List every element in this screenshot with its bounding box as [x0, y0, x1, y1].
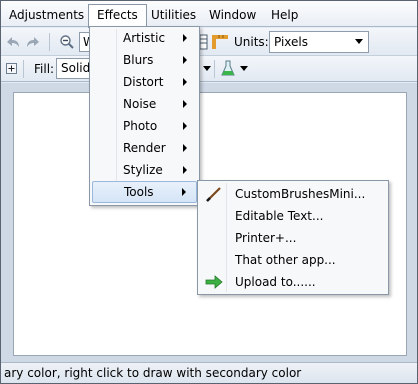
menu-item-stylize[interactable]: Stylize: [92, 159, 197, 181]
menu-effects[interactable]: Effects: [88, 4, 147, 28]
redo-icon[interactable]: [25, 35, 41, 49]
menu-item-label: Tools: [124, 185, 154, 199]
status-bar: ary color, right click to draw with seco…: [1, 362, 417, 383]
menu-item-label: Upload to......: [235, 275, 316, 289]
main-toolbar: W Units: Pixels: [1, 28, 417, 56]
menu-item-label: Stylize: [123, 163, 163, 177]
menu-item-label: Blurs: [123, 53, 154, 67]
menu-item-tools[interactable]: Tools: [92, 181, 197, 203]
menu-item-artistic[interactable]: Artistic: [92, 27, 197, 49]
menu-item-label: Printer+...: [235, 231, 297, 245]
menu-adjustments[interactable]: Adjustments: [9, 5, 84, 25]
menu-item-distort[interactable]: Distort: [92, 71, 197, 93]
menu-item-label: Artistic: [123, 31, 166, 45]
grid-icon[interactable]: [200, 34, 208, 50]
units-dropdown[interactable]: Pixels: [269, 31, 369, 53]
menu-item-printer-plus[interactable]: Printer+...: [200, 227, 386, 249]
menu-item-photo[interactable]: Photo: [92, 115, 197, 137]
chevron-down-icon: [355, 39, 363, 44]
submenu-arrow-icon: [183, 144, 187, 152]
units-value: Pixels: [274, 35, 309, 49]
undo-icon[interactable]: [5, 35, 21, 49]
menu-item-custombrushesmini[interactable]: CustomBrushesMini...: [200, 183, 386, 205]
units-label: Units:: [234, 35, 269, 49]
flask-icon[interactable]: [220, 60, 236, 78]
toolbar-separator: [214, 60, 215, 78]
green-arrow-icon: [205, 275, 223, 289]
submenu-arrow-icon: [183, 122, 187, 130]
submenu-arrow-icon: [182, 188, 186, 196]
zoom-out-icon[interactable]: [59, 34, 75, 50]
submenu-arrow-icon: [183, 34, 187, 42]
submenu-arrow-icon: [183, 166, 187, 174]
fill-label: Fill:: [34, 62, 55, 76]
status-text: ary color, right click to draw with seco…: [4, 366, 302, 380]
menu-item-editable-text[interactable]: Editable Text...: [200, 205, 386, 227]
chevron-down-icon[interactable]: [240, 63, 248, 75]
menu-item-noise[interactable]: Noise: [92, 93, 197, 115]
submenu-arrow-icon: [183, 100, 187, 108]
tool-options-bar: Fill: Solid: [1, 56, 417, 82]
toolbar-separator: [23, 60, 24, 78]
fill-dropdown[interactable]: Solid: [56, 58, 90, 79]
menu-item-label: That other app...: [235, 253, 336, 267]
chevron-down-icon[interactable]: [203, 63, 211, 75]
menu-window[interactable]: Window: [209, 5, 256, 25]
expand-icon[interactable]: [6, 63, 17, 74]
menu-item-label: CustomBrushesMini...: [235, 187, 366, 201]
menu-item-upload-to[interactable]: Upload to......: [200, 271, 386, 293]
menu-item-blurs[interactable]: Blurs: [92, 49, 197, 71]
submenu-arrow-icon: [183, 56, 187, 64]
menu-item-label: Noise: [123, 97, 157, 111]
toolbar-separator: [49, 33, 50, 51]
menu-help[interactable]: Help: [271, 5, 298, 25]
menu-item-label: Render: [123, 141, 166, 155]
menu-item-that-other-app[interactable]: That other app...: [200, 249, 386, 271]
menu-item-label: Photo: [123, 119, 158, 133]
submenu-arrow-icon: [183, 78, 187, 86]
menu-utilities[interactable]: Utilities: [151, 5, 196, 25]
tools-submenu: CustomBrushesMini... Editable Text... Pr…: [197, 180, 389, 295]
ruler-icon[interactable]: [211, 34, 229, 50]
effects-menu: Artistic Blurs Distort Noise Photo Rende…: [89, 26, 200, 206]
brush-icon: [206, 187, 221, 202]
menu-item-label: Distort: [123, 75, 164, 89]
menu-bar: Adjustments Effects Utilities Window Hel…: [1, 1, 417, 28]
menu-item-label: Editable Text...: [235, 209, 324, 223]
menu-item-render[interactable]: Render: [92, 137, 197, 159]
